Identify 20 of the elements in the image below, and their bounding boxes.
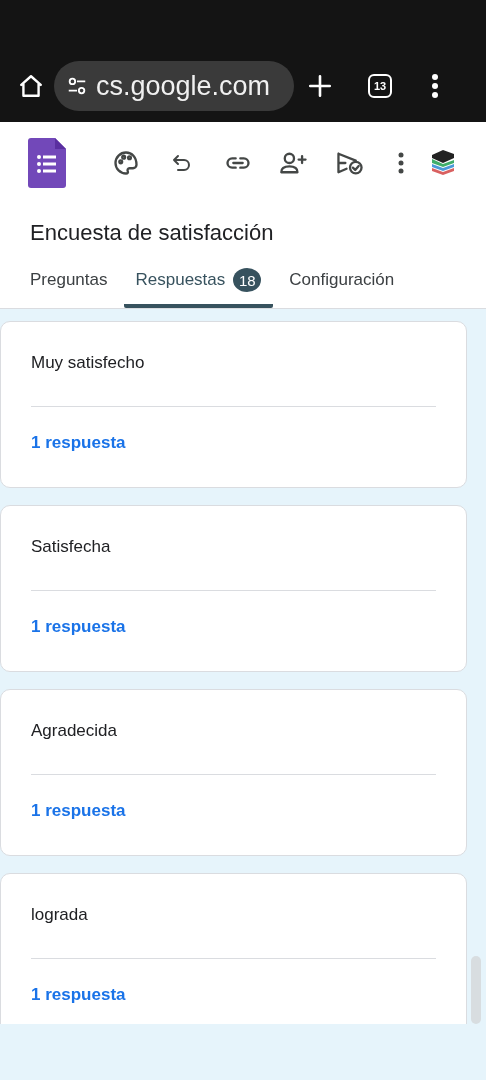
tab[interactable]: Preguntas	[18, 264, 120, 308]
tab[interactable]: Respuestas 18	[123, 264, 274, 308]
url-text: cs.google.com	[96, 70, 271, 102]
response-count-link[interactable]: 1 respuesta	[31, 801, 126, 821]
answer-text: Agradecida	[31, 690, 436, 775]
response-count-link[interactable]: 1 respuesta	[31, 985, 126, 1005]
answer-text: Satisfecha	[31, 506, 436, 591]
answer-text: Muy satisfecho	[31, 322, 436, 407]
form-title: Encuesta de satisfacción	[29, 219, 275, 246]
address-bar[interactable]: cs.google.com	[54, 61, 294, 111]
books-avatar-icon[interactable]	[432, 149, 454, 177]
answer-text: lograda	[31, 874, 436, 959]
tab-count[interactable]: 13	[368, 74, 392, 98]
tab[interactable]: Configuración	[277, 264, 407, 308]
count-badge: 18	[233, 268, 262, 292]
response-count-link[interactable]: 1 respuesta	[31, 433, 126, 453]
response-count-link[interactable]: 1 respuesta	[31, 617, 126, 637]
forms-logo-icon[interactable]	[28, 138, 66, 188]
site-settings-icon[interactable]	[66, 75, 88, 97]
scrollbar[interactable]	[471, 956, 481, 1024]
